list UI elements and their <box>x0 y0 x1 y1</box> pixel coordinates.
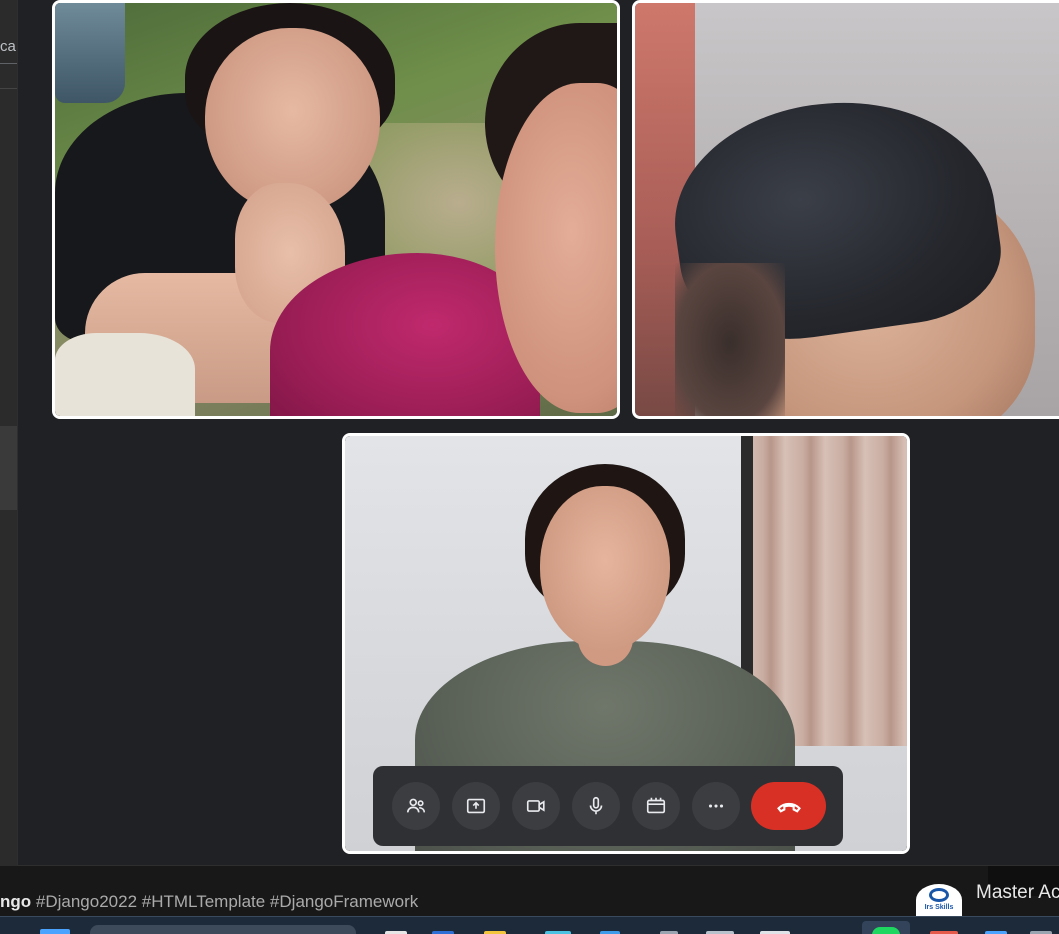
hashtag-list[interactable]: #Django2022 #HTMLTemplate #DjangoFramewo… <box>36 892 418 911</box>
bucket <box>55 3 125 103</box>
participant-video-2 <box>635 3 1059 416</box>
effects-button[interactable] <box>632 782 680 830</box>
video-hashtags[interactable]: ngo #Django2022 #HTMLTemplate #DjangoFra… <box>0 892 418 914</box>
channel-logo-text: Irs Skills <box>924 904 954 911</box>
background-page-left: ca <box>0 0 17 866</box>
background-search-field[interactable]: ca <box>0 30 17 64</box>
more-icon <box>708 804 724 808</box>
effects-icon <box>646 797 666 814</box>
present-screen-button[interactable] <box>452 782 500 830</box>
divider <box>0 88 17 89</box>
taskbar-search-box[interactable] <box>90 925 356 934</box>
microphone-button[interactable] <box>572 782 620 830</box>
end-call-button[interactable] <box>751 782 826 830</box>
present-icon <box>466 798 486 814</box>
more-options-button[interactable] <box>692 782 740 830</box>
recommended-video-title[interactable]: Master Ac <box>976 882 1059 904</box>
background-field-text: ca <box>0 38 16 55</box>
call-control-bar <box>373 766 843 846</box>
video-call-window <box>17 0 1059 866</box>
screen: ca ngo #Django2022 #HTMLTemplate #Django… <box>0 0 1059 934</box>
participant-tile-1[interactable] <box>52 0 620 419</box>
channel-logo[interactable]: Irs Skills <box>916 884 962 916</box>
hang-up-icon <box>776 802 801 813</box>
taskbar <box>0 916 1059 934</box>
microphone-icon <box>589 796 603 815</box>
background-panel <box>0 426 17 510</box>
camera-icon <box>526 800 545 812</box>
start-icon[interactable] <box>40 929 70 934</box>
camera-button[interactable] <box>512 782 560 830</box>
participant-video-1 <box>55 3 617 416</box>
infinity-icon <box>929 888 949 902</box>
participant-face <box>540 486 670 651</box>
people-icon <box>406 798 426 813</box>
participant-tile-2[interactable] <box>632 0 1059 419</box>
people-button[interactable] <box>392 782 440 830</box>
spotify-icon[interactable] <box>872 927 900 934</box>
hashtag-fragment: ngo <box>0 892 32 911</box>
